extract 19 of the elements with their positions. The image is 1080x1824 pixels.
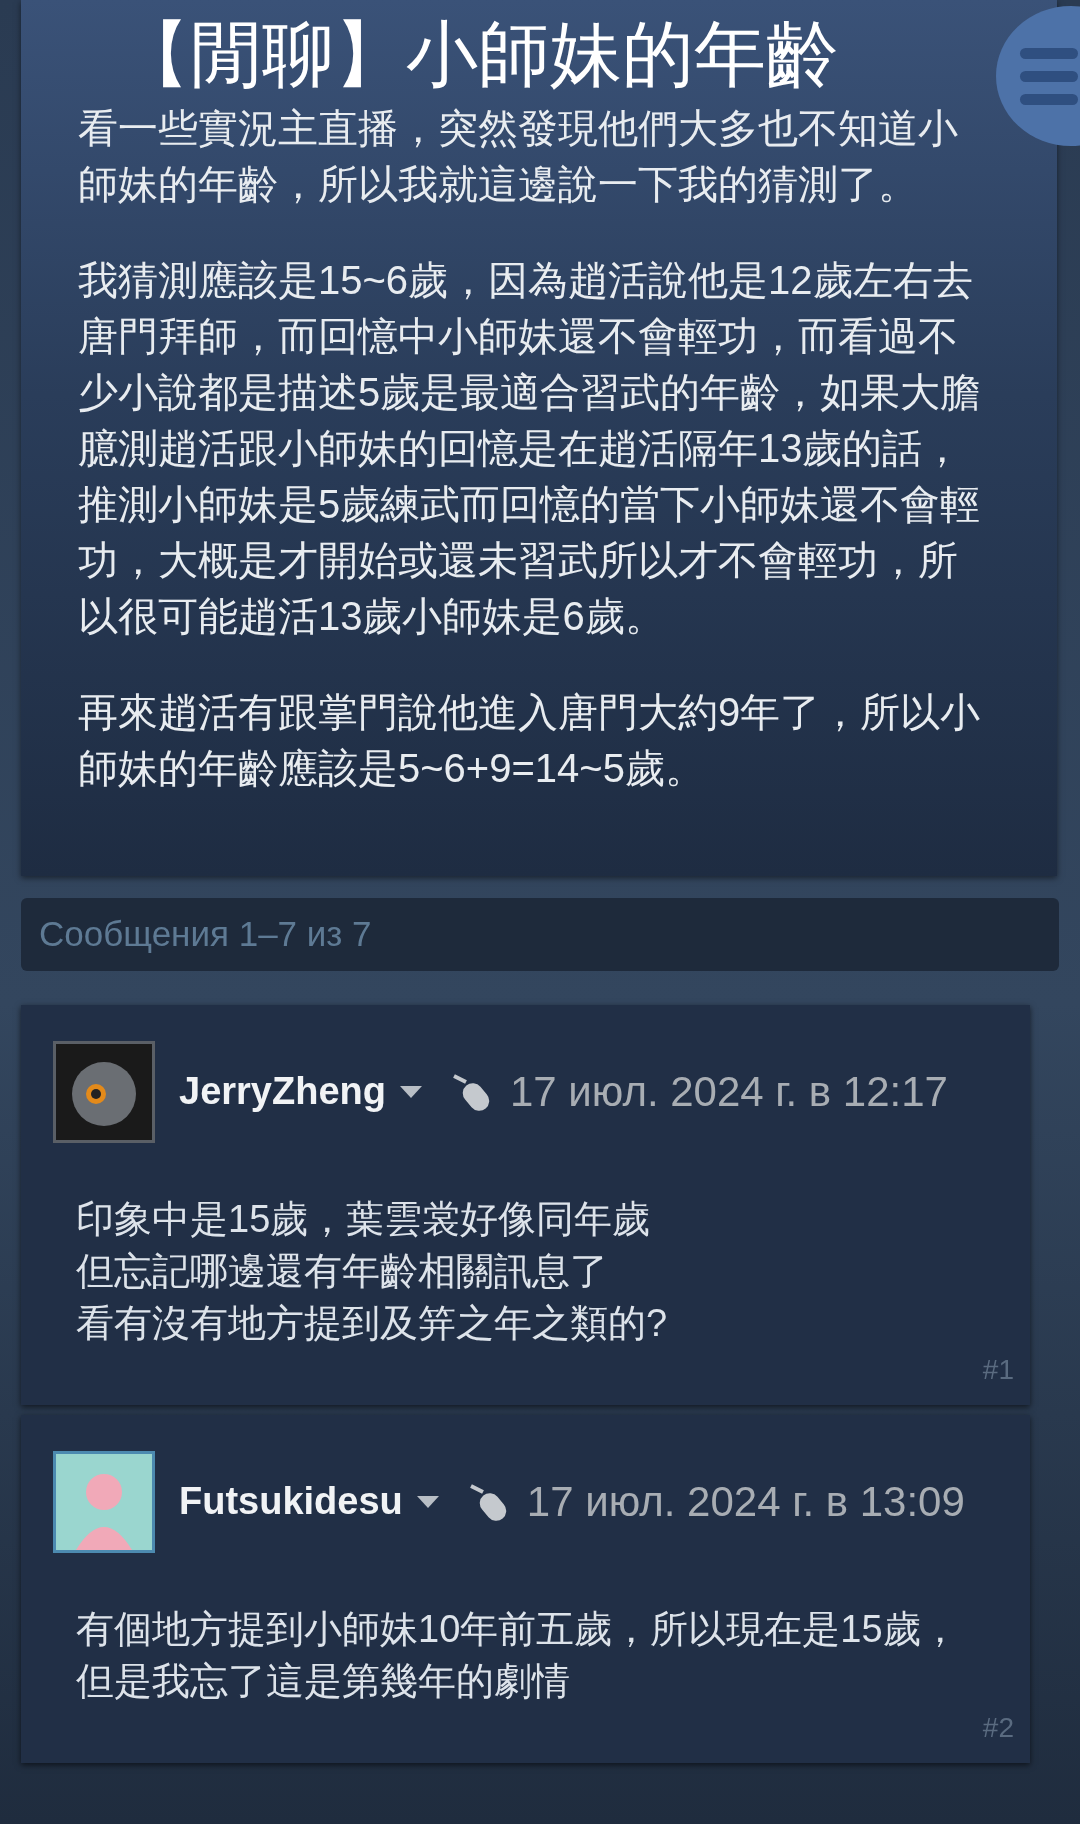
post-text-line: 但是我忘了這是第幾年的劇情	[76, 1658, 571, 1704]
post-text-line: 印象中是15歲，葉雲裳好像同年歲	[76, 1196, 652, 1242]
author-link[interactable]: Futsukidesu	[179, 1473, 403, 1530]
pagination-label: Сообщения 1–7 из 7	[21, 898, 1059, 971]
post-text-line: 看有沒有地方提到及笄之年之類的?	[76, 1300, 669, 1346]
post-number: #1	[982, 1353, 1014, 1385]
topic-paragraph: 再來趙活有跟掌門說他進入唐門大約9年了，所以小師妹的年齡應該是5~6+9=14~5歲。	[78, 689, 982, 792]
post-number: #2	[982, 1711, 1014, 1743]
caret-icon[interactable]	[399, 1085, 422, 1098]
author-link[interactable]: JerryZheng	[179, 1063, 386, 1120]
post-text-line: 但忘記哪邊還有年齡相關訊息了	[76, 1248, 609, 1294]
topic-paragraph: 我猜測應該是15~6歲，因為趙活說他是12歲左右去唐門拜師，而回憶中小師妹還不會輕功，而看過不少小說都是描述5歲是最適合習武的年齡，如果大膽臆測趙活跟小師妹的回憶是在趙活隔年13歲的話，推測小師妹是5歲練武而回憶的當下小師妹還不會輕功，大概是才開始或還未習武所以才不會輕功，所以很可能趙活13歲小師妹是6歲。	[78, 257, 982, 640]
post-text-line: 有個地方提到小師妹10年前五歲，所以現在是15歲，	[76, 1606, 960, 1652]
post-date: 17 июл. 2024 г. в 12:17	[509, 1067, 948, 1117]
topic-paragraph: 看一些實況主直播，突然發現他們大多也不知道小師妹的年齡，所以我就這邊說一下我的猜測了。	[78, 105, 959, 208]
avatar[interactable]	[53, 1040, 155, 1143]
caret-icon[interactable]	[416, 1495, 439, 1508]
topic-title: 【閒聊】小師妹的年齡	[117, 13, 839, 96]
post-date: 17 июл. 2024 г. в 13:09	[526, 1477, 965, 1527]
